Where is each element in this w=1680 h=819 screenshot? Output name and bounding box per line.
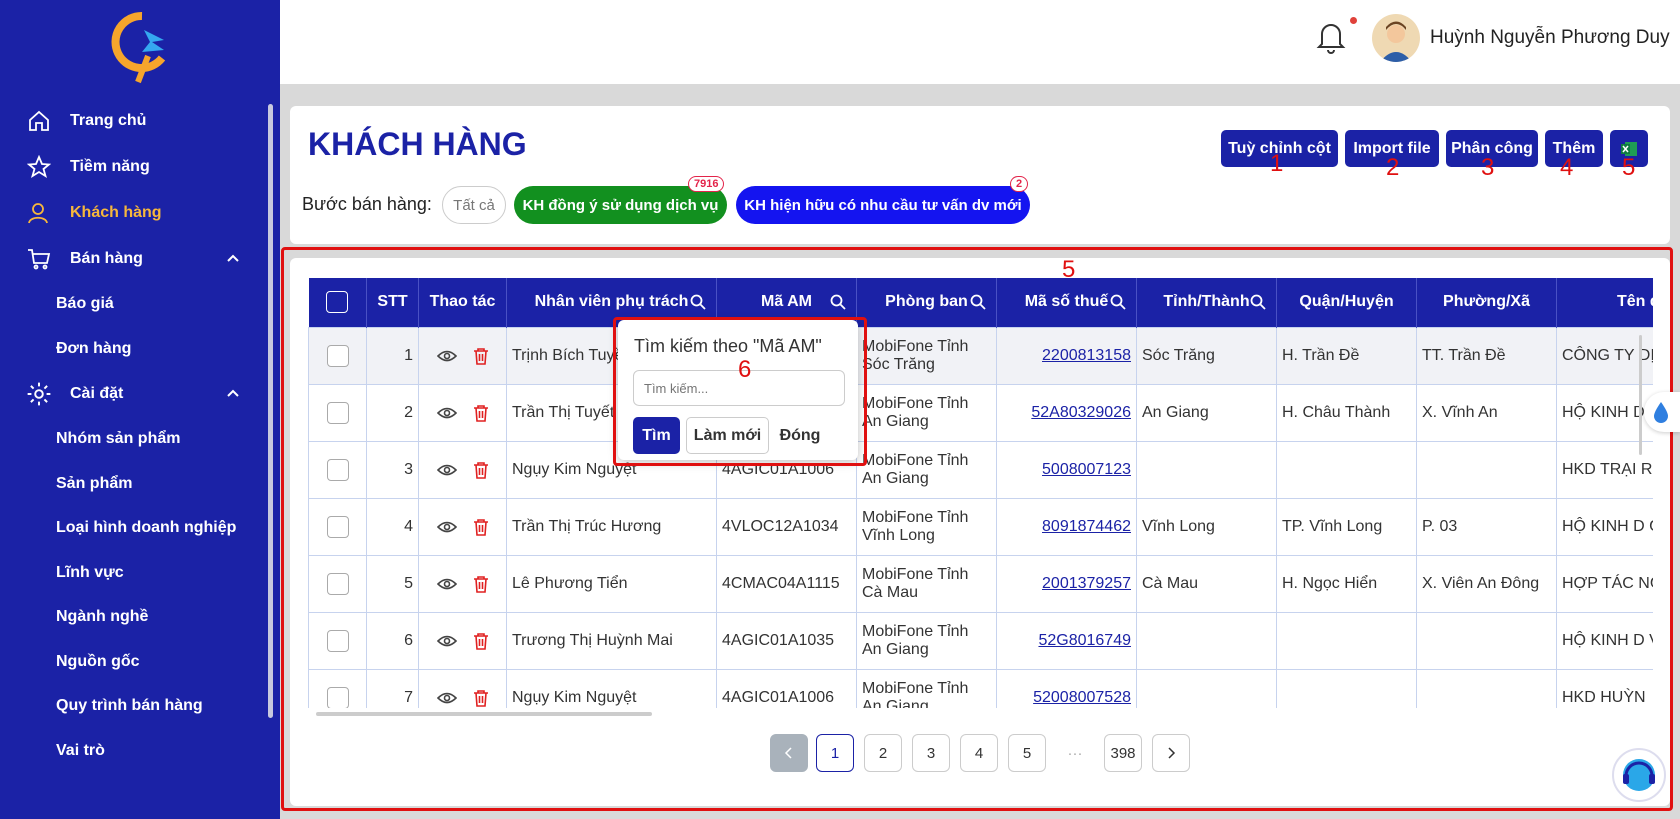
sidebar-item-fields[interactable]: Lĩnh vực (0, 551, 270, 596)
app-logo[interactable] (108, 8, 172, 88)
filter-all[interactable]: Tất cả (442, 186, 506, 224)
count-badge: 2 (1010, 176, 1029, 192)
sidebar-item-label: Vai trò (56, 741, 105, 759)
notification-dot (1350, 17, 1357, 24)
annotation-number: 1 (1270, 150, 1284, 177)
sidebar-item-label: Lĩnh vực (56, 563, 124, 581)
sidebar: Trang chủ Tiềm năng Khách hàng Bán hàng … (0, 0, 280, 819)
sidebar-item-product-groups[interactable]: Nhóm sản phẩm (0, 417, 270, 462)
sidebar-item-sales[interactable]: Bán hàng (0, 236, 270, 282)
avatar[interactable] (1372, 14, 1420, 62)
top-bar: Huỳnh Nguyễn Phương Duy (280, 0, 1680, 84)
annotation-number: 2 (1386, 154, 1400, 181)
cart-icon (26, 246, 52, 272)
sidebar-item-home[interactable]: Trang chủ (0, 98, 270, 144)
annotation-number: 4 (1560, 154, 1574, 181)
helpdesk-button[interactable] (1612, 748, 1666, 802)
filter-existing-consult[interactable]: KH hiện hữu có nhu cầu tư vấn dv mới (736, 186, 1030, 224)
annotation-number: 5 (1062, 256, 1076, 283)
star-icon (26, 154, 52, 180)
annotation-number: 3 (1481, 154, 1495, 181)
chevron-up-icon[interactable] (226, 251, 240, 265)
sidebar-item-sales-process[interactable]: Quy trình bán hàng (0, 684, 270, 729)
user-name[interactable]: Huỳnh Nguyễn Phương Duy (1430, 27, 1670, 49)
headset-icon (1623, 759, 1655, 791)
sales-step-label: Bước bán hàng: (302, 194, 432, 214)
annotation-frame (613, 317, 867, 466)
page-title: KHÁCH HÀNG (308, 126, 527, 162)
sidebar-item-settings[interactable]: Cài đặt (0, 371, 270, 417)
gear-icon (26, 381, 52, 407)
sidebar-item-customers[interactable]: Khách hàng (0, 190, 270, 236)
sidebar-item-industries[interactable]: Ngành nghề (0, 595, 270, 640)
floating-widget[interactable] (1644, 392, 1680, 432)
add-button[interactable]: Thêm (1545, 130, 1603, 167)
sidebar-item-products[interactable]: Sản phẩm (0, 462, 270, 507)
annotation-number: 5 (1622, 154, 1636, 181)
filter-label: KH hiện hữu có nhu cầu tư vấn dv mới (744, 196, 1022, 214)
sidebar-item-sources[interactable]: Nguồn gốc (0, 640, 270, 685)
sidebar-item-label: Nguồn gốc (56, 652, 140, 670)
sidebar-item-label: Nhóm sản phẩm (56, 430, 181, 448)
sidebar-item-orders[interactable]: Đơn hàng (0, 327, 270, 372)
droplet-icon (1654, 402, 1668, 423)
sidebar-item-label: Đơn hàng (56, 339, 132, 357)
sidebar-item-label: Quy trình bán hàng (56, 697, 203, 715)
sidebar-nav: Trang chủ Tiềm năng Khách hàng Bán hàng … (0, 98, 270, 773)
sidebar-item-label: Loại hình doanh nghiệp (56, 519, 237, 537)
sidebar-item-label: Bán hàng (70, 250, 143, 267)
home-icon (26, 108, 52, 134)
sidebar-item-label: Khách hàng (70, 204, 162, 221)
sidebar-item-label: Báo giá (56, 295, 114, 313)
sidebar-item-business-types[interactable]: Loại hình doanh nghiệp (0, 506, 270, 551)
sidebar-item-quotes[interactable]: Báo giá (0, 282, 270, 327)
annotation-number: 6 (738, 356, 752, 383)
user-icon (26, 200, 52, 226)
sidebar-item-label: Sản phẩm (56, 474, 133, 492)
sidebar-item-potential[interactable]: Tiềm năng (0, 144, 270, 190)
sidebar-item-roles[interactable]: Vai trò (0, 729, 270, 774)
sidebar-item-label: Cài đặt (70, 385, 124, 402)
annotation-frame (281, 247, 1673, 811)
filter-label: KH đồng ý sử dụng dịch vụ (522, 196, 719, 214)
sidebar-item-label: Tiềm năng (70, 158, 150, 175)
chevron-up-icon[interactable] (226, 386, 240, 400)
sidebar-item-label: Trang chủ (70, 112, 147, 129)
count-badge: 7916 (688, 176, 725, 192)
sidebar-scrollbar[interactable] (268, 104, 273, 718)
page-header-card: KHÁCH HÀNG Bước bán hàng: Tất cả KH đồng… (290, 106, 1670, 244)
sidebar-item-label: Ngành nghề (56, 608, 149, 626)
bell-icon[interactable] (1316, 20, 1346, 54)
